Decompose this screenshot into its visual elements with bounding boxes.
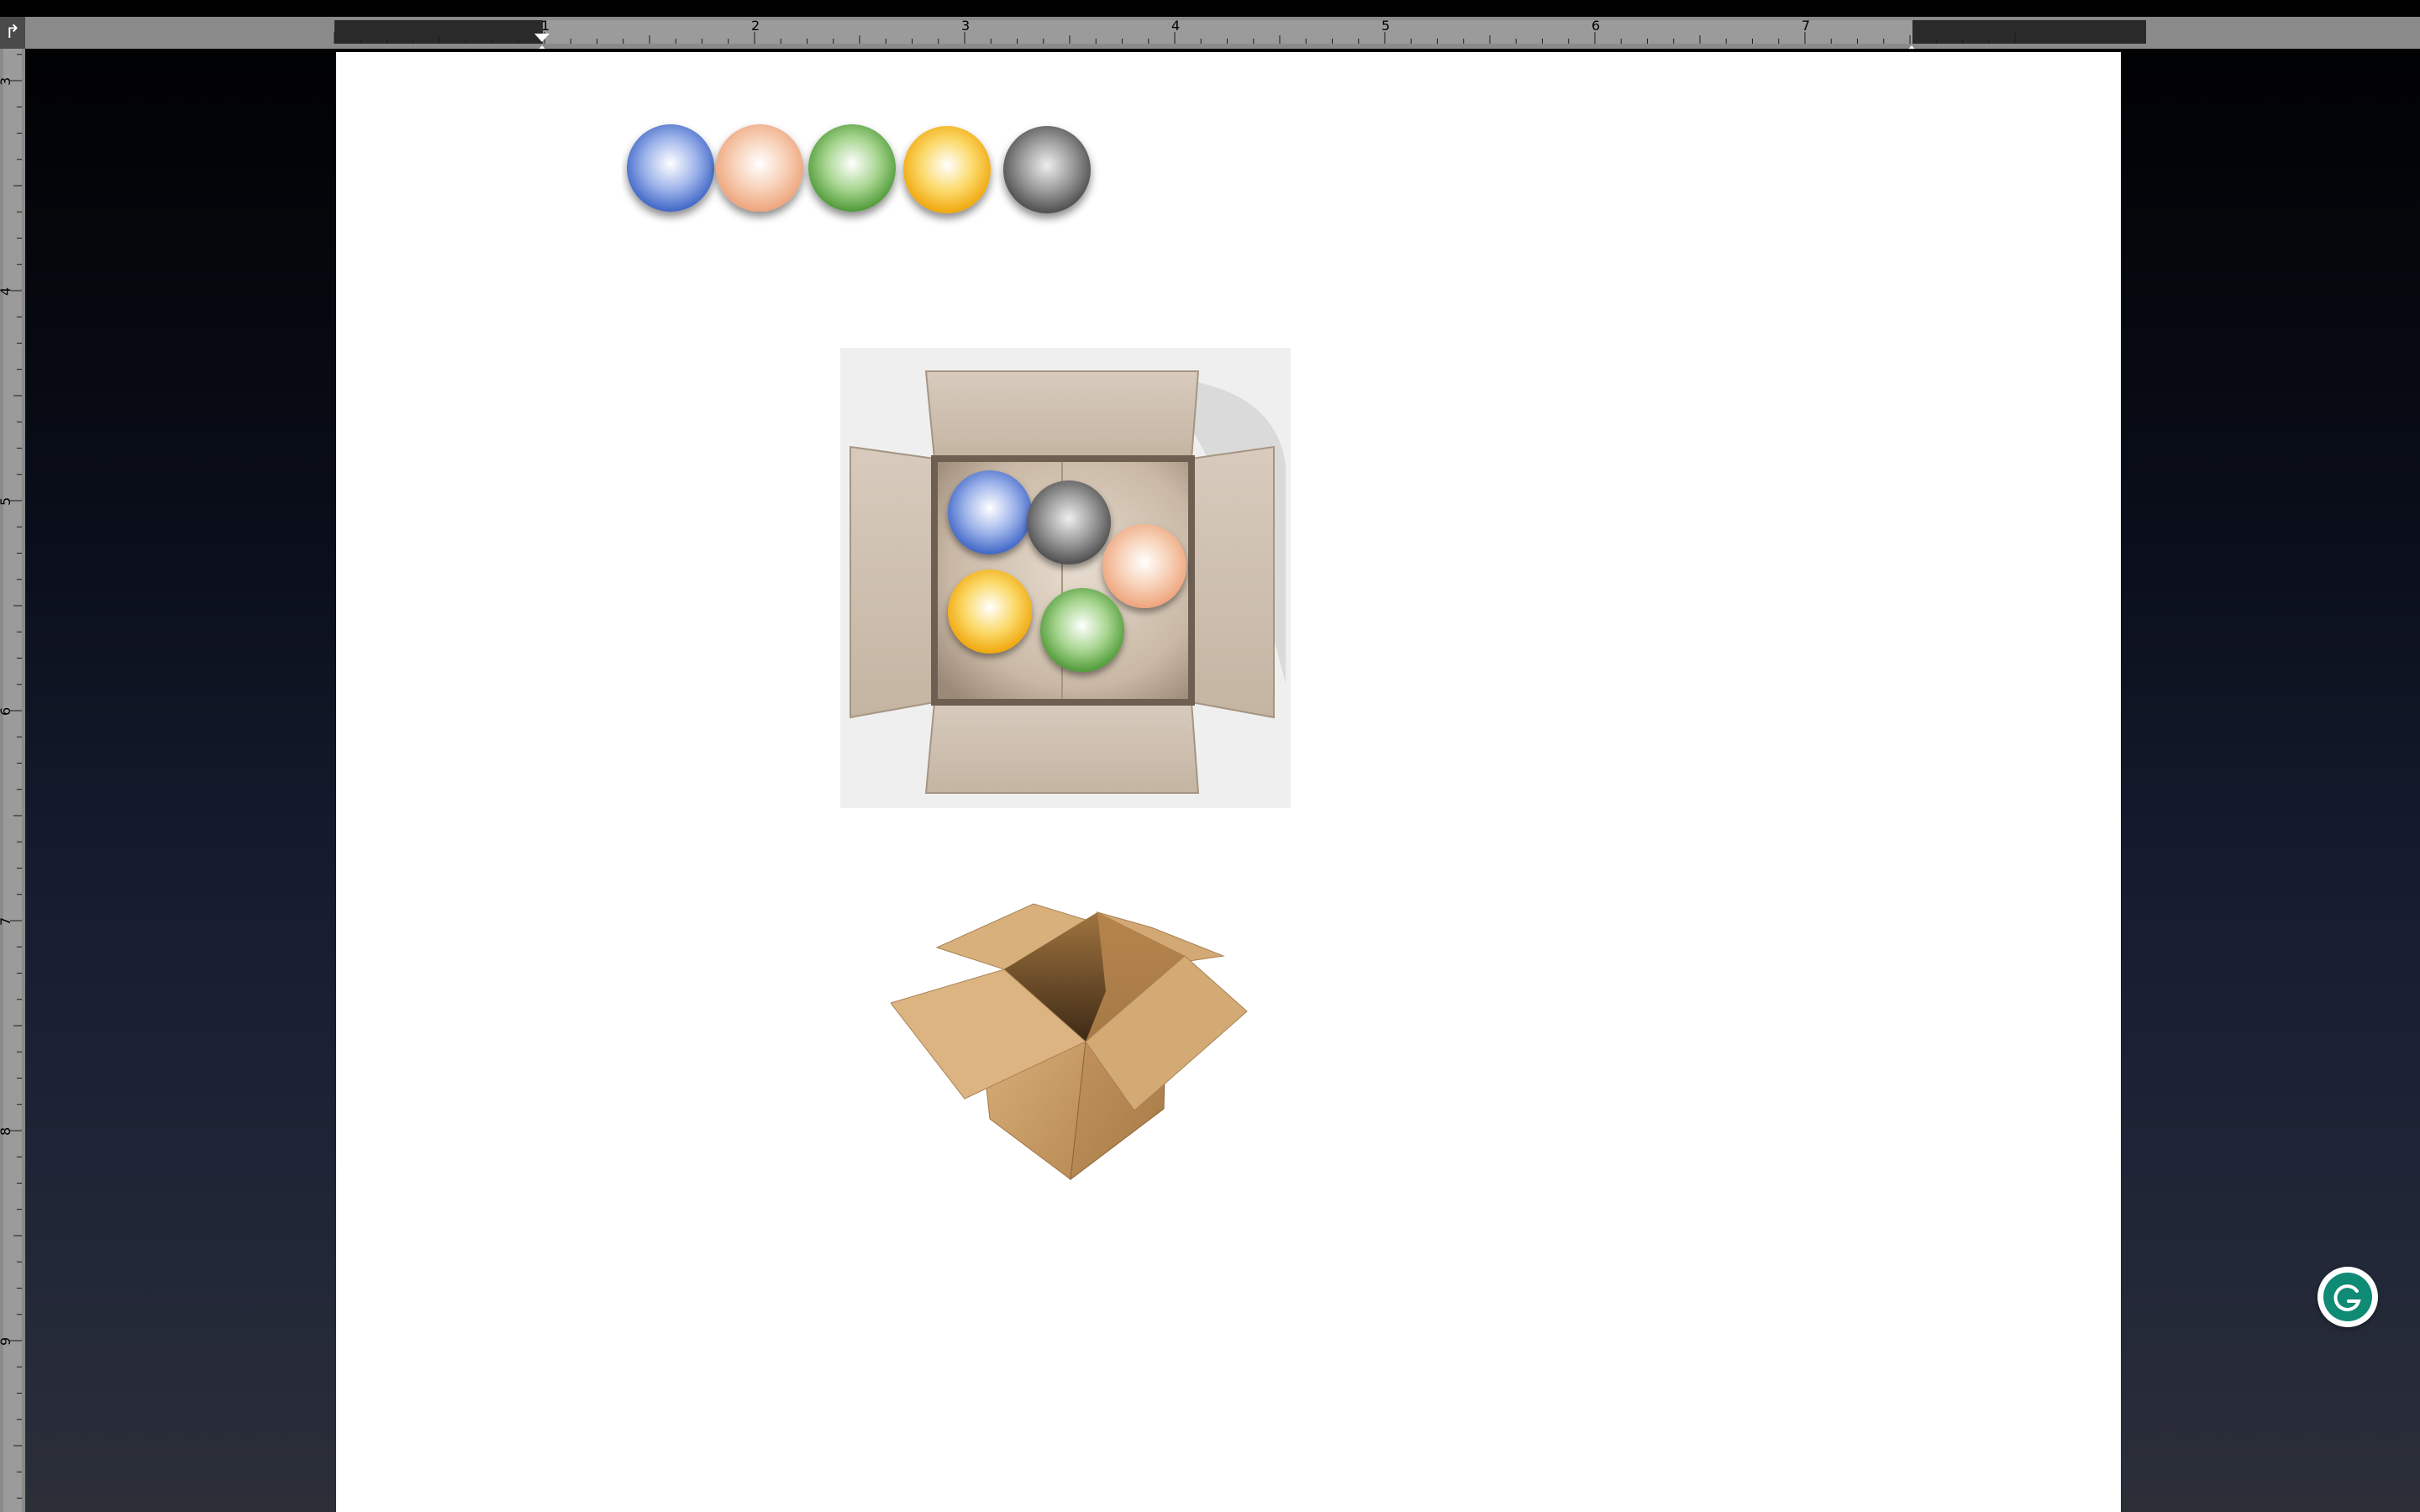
ruler-label: 4 xyxy=(1171,18,1180,34)
open-cardboard-box[interactable] xyxy=(891,899,1252,1193)
colored-balls-row[interactable] xyxy=(622,116,1101,242)
gray-ball xyxy=(1027,480,1111,564)
peach-ball xyxy=(716,124,803,212)
window-top-bar xyxy=(0,0,2420,17)
ruler-label: 7 xyxy=(1802,18,1810,34)
green-ball xyxy=(1040,588,1124,672)
gray-ball xyxy=(1003,126,1091,213)
horizontal-ruler[interactable]: 1 2 3 4 5 6 7 xyxy=(25,17,2420,49)
ruler-label: 6 xyxy=(0,707,13,716)
ruler-label: 5 xyxy=(0,497,13,506)
bottom-flap xyxy=(924,701,1200,794)
blue-ball xyxy=(948,470,1032,554)
ruler-label: 2 xyxy=(751,18,760,34)
box-with-balls-top-view[interactable] xyxy=(840,348,1291,808)
yellow-ball xyxy=(948,570,1032,654)
ruler-label: 1 xyxy=(541,18,550,34)
peach-ball xyxy=(1102,524,1186,608)
ruler-label: 3 xyxy=(961,18,970,34)
ruler-label: 8 xyxy=(0,1127,13,1136)
ruler-label: 6 xyxy=(1591,18,1600,34)
yellow-ball xyxy=(903,126,991,213)
ruler-label: 9 xyxy=(0,1337,13,1346)
ruler-label: 7 xyxy=(0,917,13,926)
ruler-label: 5 xyxy=(1381,18,1390,34)
top-flap xyxy=(924,370,1200,459)
vertical-ruler[interactable]: 3 4 5 6 7 8 9 xyxy=(0,49,25,1512)
grammarly-icon xyxy=(2323,1273,2372,1321)
right-flap xyxy=(1191,445,1275,719)
green-ball xyxy=(808,124,896,212)
blue-ball xyxy=(627,124,714,212)
left-flap xyxy=(850,445,935,719)
ruler-label: 4 xyxy=(0,287,13,296)
tab-stop-icon[interactable]: ↱ xyxy=(0,17,25,49)
grammarly-button[interactable] xyxy=(2317,1267,2378,1327)
ruler-label: 3 xyxy=(0,77,13,86)
